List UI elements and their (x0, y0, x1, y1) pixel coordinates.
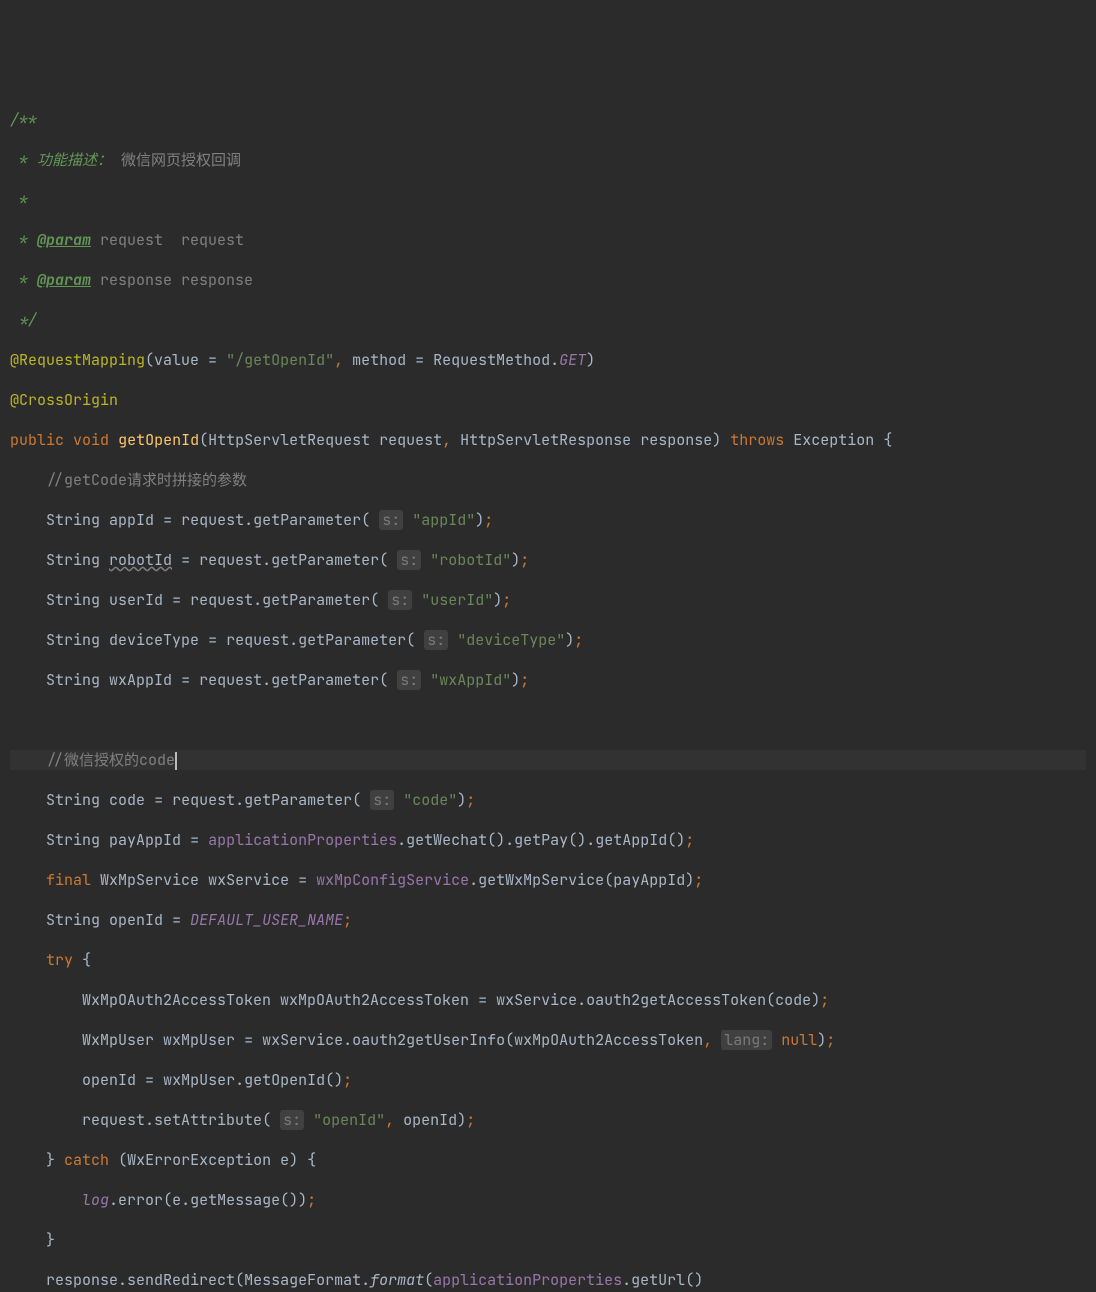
code-line: response.sendRedirect(MessageFormat.form… (10, 1270, 1086, 1290)
javadoc-param-tag: @param (37, 270, 91, 290)
code-line: final WxMpService wxService = wxMpConfig… (10, 870, 1086, 890)
comment: //getCode请求时拼接的参数 (46, 470, 247, 490)
code-line: String payAppId = applicationProperties.… (10, 830, 1086, 850)
param-hint: s: (379, 510, 403, 530)
code-line: String code = request.getParameter( s: "… (10, 790, 1086, 810)
code-line: String wxAppId = request.getParameter( s… (10, 670, 1086, 690)
code-editor[interactable]: /** * 功能描述： 微信网页授权回调 * * @param request … (10, 90, 1086, 1292)
code-line: WxMpUser wxMpUser = wxService.oauth2getU… (10, 1030, 1086, 1050)
code-line: @RequestMapping(value = "/getOpenId", me… (10, 350, 1086, 370)
code-line: @CrossOrigin (10, 390, 1086, 410)
code-line: * @param response response (10, 270, 1086, 290)
code-line: /** (10, 110, 1086, 130)
code-line: openId = wxMpUser.getOpenId(); (10, 1070, 1086, 1090)
code-line: */ (10, 310, 1086, 330)
static-field: DEFAULT_USER_NAME (190, 910, 343, 930)
code-line: //getCode请求时拼接的参数 (10, 470, 1086, 490)
code-line: } (10, 1230, 1086, 1250)
code-line: request.setAttribute( s: "openId", openI… (10, 1110, 1086, 1130)
text-cursor (175, 752, 177, 770)
param-hint: s: (397, 670, 421, 690)
code-line: try { (10, 950, 1086, 970)
code-line: } catch (WxErrorException e) { (10, 1150, 1086, 1170)
code-line: public void getOpenId(HttpServletRequest… (10, 430, 1086, 450)
param-hint: s: (370, 790, 394, 810)
param-hint: s: (424, 630, 448, 650)
javadoc-start: /** (10, 110, 37, 130)
code-line: log.error(e.getMessage()); (10, 1190, 1086, 1210)
code-line: String robotId = request.getParameter( s… (10, 550, 1086, 570)
unused-variable: robotId (109, 550, 172, 570)
code-line: String openId = DEFAULT_USER_NAME; (10, 910, 1086, 930)
javadoc-end: */ (10, 310, 37, 330)
code-line: String appId = request.getParameter( s: … (10, 510, 1086, 530)
comment: //微信授权的code (46, 750, 175, 770)
code-line: * @param request request (10, 230, 1086, 250)
current-line: //微信授权的code (10, 750, 1086, 770)
method-name: getOpenId (118, 430, 199, 450)
param-hint: s: (397, 550, 421, 570)
request-mapping-annotation: @RequestMapping (10, 350, 145, 370)
code-line: String userId = request.getParameter( s:… (10, 590, 1086, 610)
code-line: WxMpOAuth2AccessToken wxMpOAuth2AccessTo… (10, 990, 1086, 1010)
param-hint: s: (388, 590, 412, 610)
code-line: * 功能描述： 微信网页授权回调 (10, 150, 1086, 170)
param-hint: lang: (721, 1030, 772, 1050)
code-line (10, 710, 1086, 730)
cross-origin-annotation: @CrossOrigin (10, 390, 118, 410)
param-hint: s: (280, 1110, 304, 1130)
code-line: * (10, 190, 1086, 210)
code-line: String deviceType = request.getParameter… (10, 630, 1086, 650)
javadoc-param-tag: @param (37, 230, 91, 250)
